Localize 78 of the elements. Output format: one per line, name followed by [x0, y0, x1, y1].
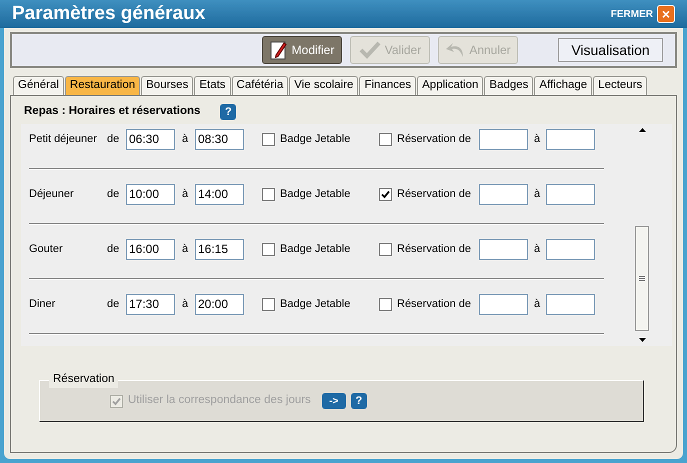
checkbox[interactable] [262, 242, 275, 256]
time-field[interactable] [546, 294, 595, 314]
tab[interactable]: Badges [484, 76, 534, 95]
scroll-up-icon [638, 128, 646, 132]
toolbar-button[interactable]: Modifier [262, 36, 342, 64]
checkbox-label: Badge Jetable [280, 242, 352, 257]
section-title: Repas : Horaires et réservations [23, 104, 200, 120]
checkmark-icon [381, 190, 390, 198]
tab[interactable]: Affichage [534, 76, 592, 95]
help-button[interactable]: ? [220, 104, 236, 120]
checkbox-label: Réservation de [397, 186, 472, 202]
time-field[interactable]: 17:30 [126, 294, 175, 314]
checkbox-label: Réservation de [397, 296, 472, 312]
checkbox-label: Réservation de [397, 242, 472, 257]
scrollbar-thumb[interactable] [635, 226, 649, 330]
from-label: de [107, 132, 120, 147]
checkbox[interactable] [262, 188, 275, 200]
time-field[interactable] [479, 238, 528, 260]
time-field[interactable]: 06:30 [126, 128, 175, 150]
pencil-icon [270, 40, 288, 60]
checkbox[interactable] [262, 298, 275, 310]
meal-name: Gouter [29, 242, 64, 257]
meal-name: Petit déjeuner [29, 132, 98, 147]
to-label: à [532, 186, 542, 202]
tab[interactable]: Général [13, 76, 64, 95]
from-label: de [107, 242, 120, 257]
tab[interactable]: Lecteurs [593, 76, 648, 95]
from-label: de [107, 186, 120, 202]
to-label: à [180, 242, 190, 257]
to-label: à [180, 186, 190, 202]
checkbox-label: Utiliser la correspondance des jours [128, 393, 311, 408]
mode-indicator: Visualisation [558, 38, 663, 62]
tab[interactable]: Restauration [64, 76, 140, 95]
to-label: à [532, 132, 542, 147]
grip-icon [639, 276, 645, 280]
close-label: FERMER [610, 8, 653, 22]
meal-name: Déjeuner [29, 186, 75, 202]
group-title: Réservation [49, 371, 118, 388]
checkbox-label: Badge Jetable [280, 296, 352, 312]
scroll-down-icon [638, 338, 646, 342]
to-label: à [180, 132, 190, 147]
time-field[interactable]: 08:30 [195, 128, 244, 150]
tab[interactable]: Cafétéria [232, 76, 288, 95]
time-field[interactable] [479, 128, 528, 150]
checkbox[interactable] [379, 188, 392, 200]
checkbox[interactable] [379, 242, 392, 256]
checkbox-label: Réservation de [397, 132, 472, 147]
tab[interactable]: Bourses [141, 76, 194, 95]
time-field[interactable]: 10:00 [126, 184, 175, 204]
checkbox-label: Badge Jetable [280, 132, 352, 147]
tab[interactable]: Vie scolaire [289, 76, 358, 95]
checkbox[interactable] [262, 132, 275, 146]
checkmark-icon [358, 41, 381, 59]
time-field[interactable] [546, 128, 595, 150]
from-label: de [107, 296, 120, 312]
tab[interactable]: Etats [194, 76, 231, 95]
time-field[interactable] [546, 184, 595, 204]
to-label: à [180, 296, 190, 312]
time-field[interactable] [546, 238, 595, 260]
time-field[interactable]: 14:00 [195, 184, 244, 204]
time-field[interactable] [479, 184, 528, 204]
time-field[interactable]: 16:00 [126, 238, 175, 260]
tab[interactable]: Finances [359, 76, 416, 95]
time-field[interactable] [479, 294, 528, 314]
time-field[interactable]: 20:00 [195, 294, 244, 314]
checkbox[interactable] [379, 132, 392, 146]
checkbox[interactable] [379, 298, 392, 310]
to-label: à [532, 242, 542, 257]
undo-arrow-icon [445, 41, 466, 59]
help-button[interactable]: ? [350, 393, 367, 409]
meal-name: Diner [29, 296, 56, 312]
time-field[interactable]: 16:15 [195, 238, 244, 260]
checkbox-label: Badge Jetable [280, 186, 352, 202]
arrow-button[interactable]: -> [322, 393, 346, 409]
window-title: Paramètres généraux [12, 2, 206, 26]
to-label: à [532, 296, 542, 312]
tab[interactable]: Application [417, 76, 484, 95]
checkmark-icon [112, 396, 121, 406]
